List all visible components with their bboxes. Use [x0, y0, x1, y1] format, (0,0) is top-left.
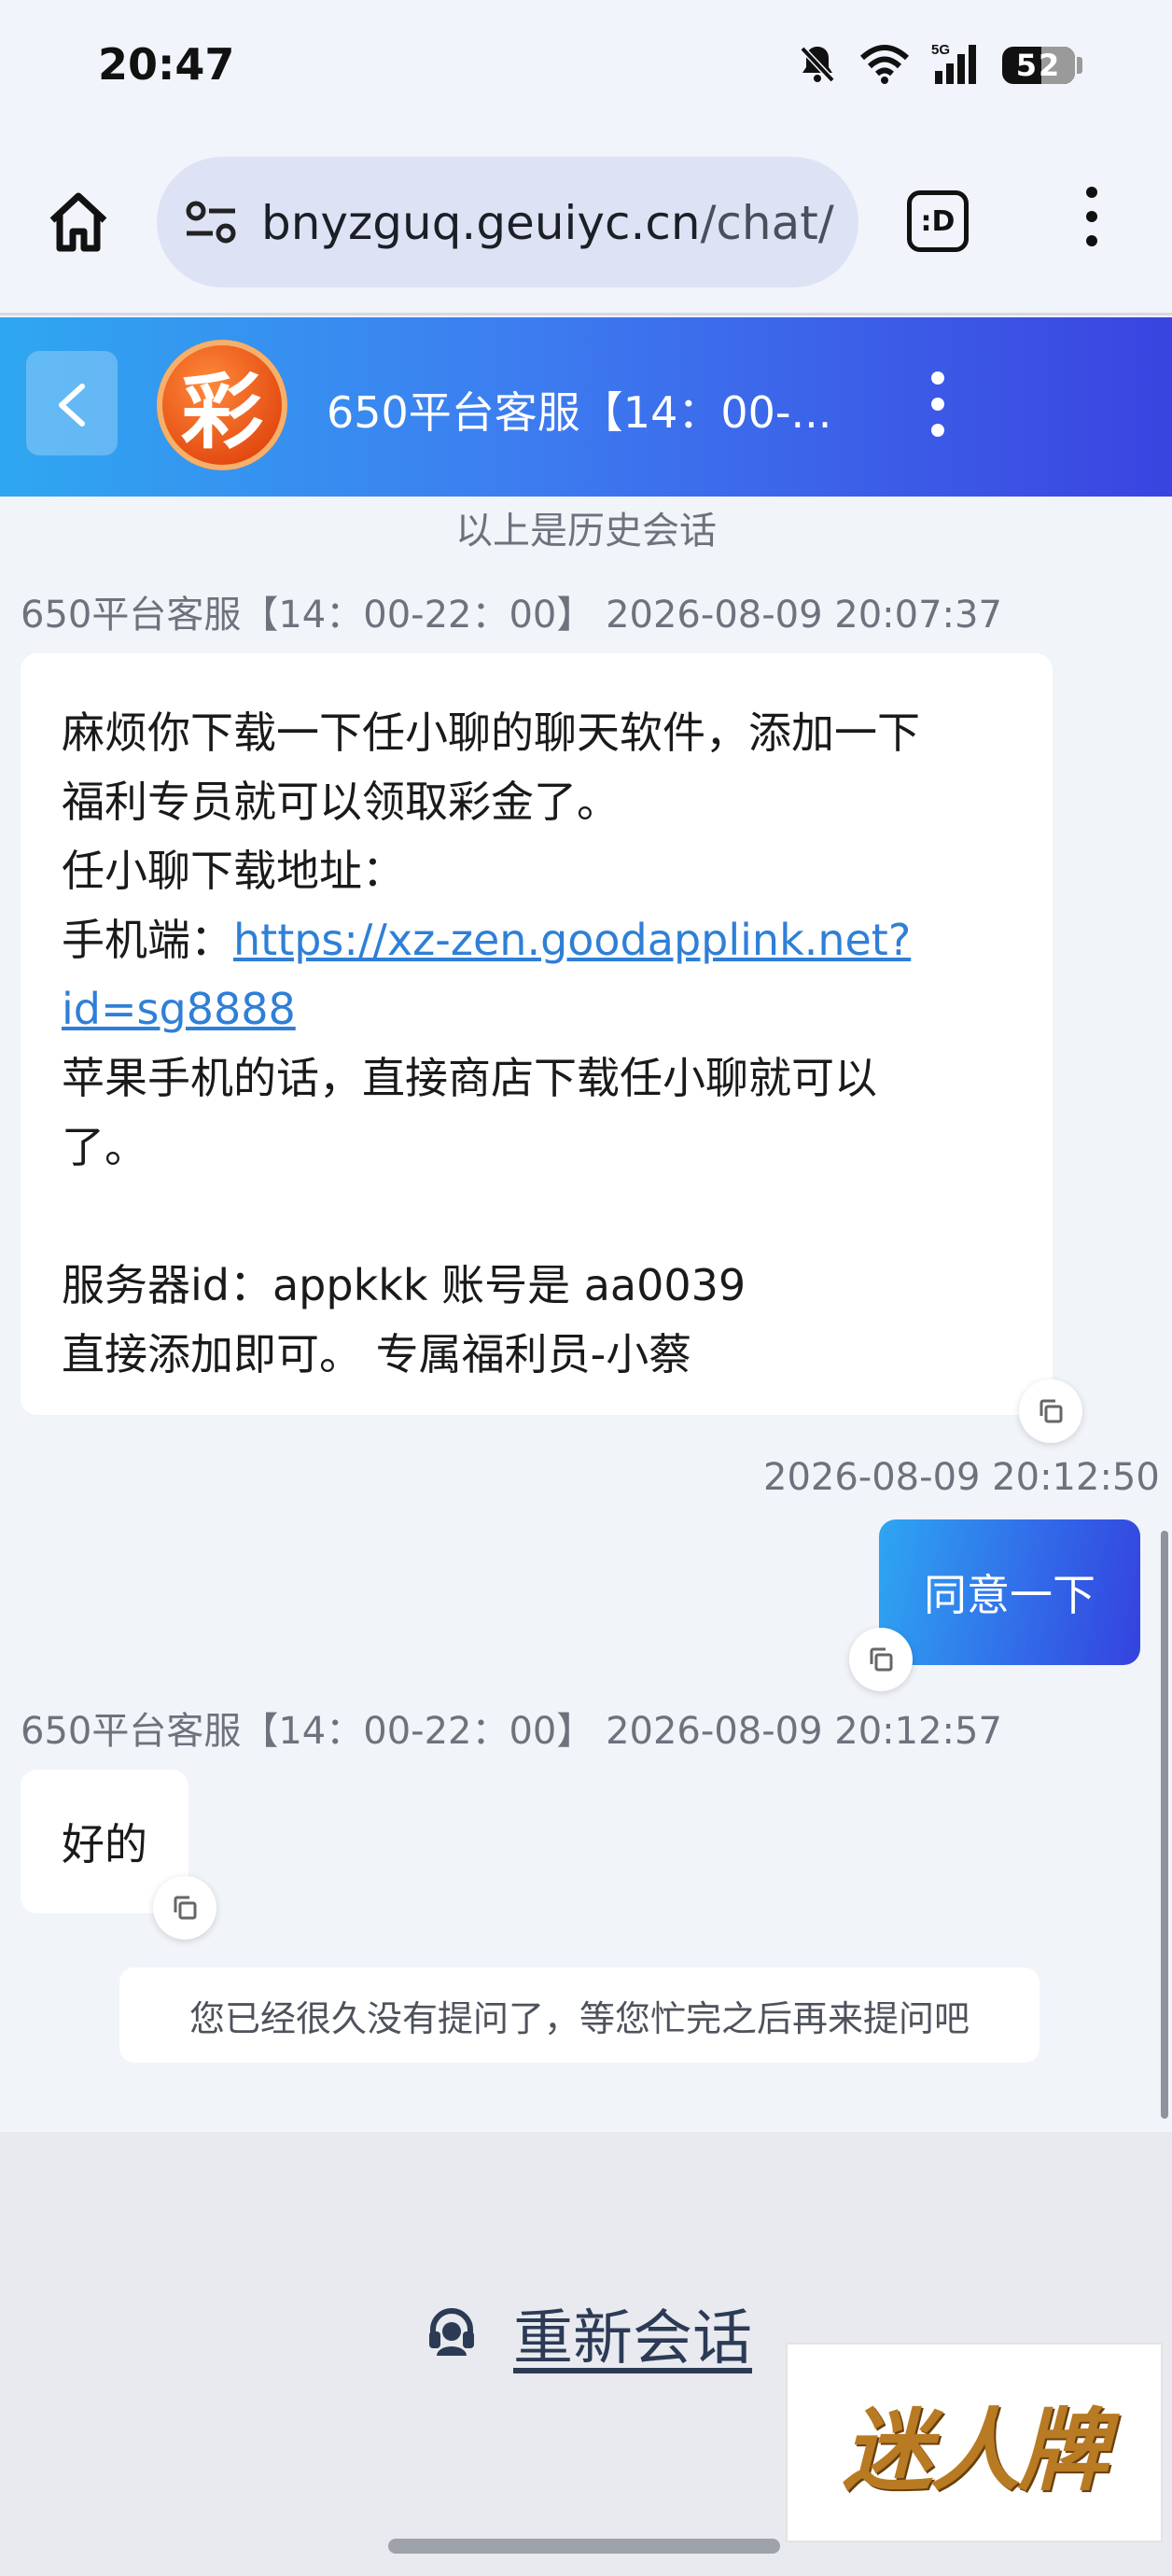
copy-icon: [870, 1647, 893, 1672]
status-icons: 5G 52: [797, 41, 1082, 90]
message-line: 福利专员就可以领取彩金了。: [62, 777, 620, 827]
message-line: 苹果手机的话，直接商店下载任小聊就可以: [62, 1053, 877, 1103]
url-host: bnyzguq.geuiyc.cn: [261, 196, 701, 250]
browser-toolbar: bnyzguq.geuiyc.cn/chat/ :D: [0, 131, 1172, 315]
copy-button[interactable]: [849, 1628, 913, 1691]
message-line: 服务器id：appkkk 账号是 aa0039: [62, 1260, 746, 1310]
download-link-cont[interactable]: id=sg8888: [62, 984, 296, 1034]
signal-5g-icon: 5G: [931, 41, 982, 90]
message-line: 任小聊下载地址：: [62, 846, 405, 896]
status-time: 20:47: [98, 39, 235, 90]
message-line: 手机端：https://xz-zen.goodapplink.net?: [62, 915, 912, 965]
battery-icon: 52: [1002, 47, 1075, 84]
address-bar[interactable]: bnyzguq.geuiyc.cn/chat/: [157, 157, 858, 287]
history-divider: 以上是历史会话: [455, 510, 717, 553]
home-indicator[interactable]: [388, 2539, 780, 2554]
chat-title: 650平台客服【14：00-...: [327, 387, 832, 438]
battery-tip: [1077, 57, 1082, 74]
status-bar: 20:47 5G 52: [0, 0, 1172, 131]
copy-button[interactable]: [153, 1876, 216, 1939]
url-text: bnyzguq.geuiyc.cn/chat/: [261, 196, 834, 250]
chat-header: 彩 650平台客服【14：00-...: [0, 317, 1172, 497]
message-bubble-outgoing: 同意一下: [879, 1519, 1140, 1665]
download-link[interactable]: https://xz-zen.goodapplink.net?: [233, 915, 911, 965]
message-line: 直接添加即可。 专属福利员-小蔡: [62, 1329, 692, 1379]
restart-chat-label: 重新会话: [513, 2304, 752, 2373]
restart-chat-button[interactable]: 重新会话: [424, 2290, 752, 2376]
message-meta: 2026-08-09 20:12:50: [763, 1456, 1160, 1499]
mute-bell-icon: [797, 43, 838, 88]
wifi-icon: [858, 43, 911, 88]
message-line: 了。: [62, 1122, 147, 1172]
home-button[interactable]: [45, 189, 112, 256]
idle-notice: 您已经很久没有提问了，等您忙完之后再来提问吧: [119, 1967, 1039, 2063]
svg-text:5G: 5G: [931, 42, 950, 58]
agent-avatar: 彩: [157, 340, 287, 470]
copy-icon: [174, 1896, 197, 1920]
url-path: /chat/: [700, 196, 834, 250]
copy-button[interactable]: [1019, 1379, 1082, 1443]
scrollbar[interactable]: [1161, 1531, 1168, 2119]
message-meta: 650平台客服【14：00-22：00】 2026-08-09 20:12:57: [21, 1710, 1002, 1753]
back-button[interactable]: [26, 351, 118, 455]
chat-footer: 重新会话 迷人牌: [0, 2132, 1172, 2576]
browser-menu-button[interactable]: [1078, 187, 1106, 261]
copy-icon: [1039, 1399, 1063, 1423]
message-line: 麻烦你下载一下任小聊的聊天软件，添加一下: [62, 707, 920, 758]
message-bubble-incoming: 麻烦你下载一下任小聊的聊天软件，添加一下 福利专员就可以领取彩金了。 任小聊下载…: [21, 653, 1053, 1415]
tab-switcher-button[interactable]: :D: [907, 190, 969, 252]
site-settings-icon[interactable]: [185, 198, 237, 246]
home-icon: [49, 192, 107, 252]
chat-menu-button[interactable]: [931, 371, 948, 446]
brand-badge: 迷人牌: [786, 2343, 1163, 2542]
message-meta: 650平台客服【14：00-22：00】 2026-08-09 20:07:37: [21, 594, 1002, 637]
headset-icon: [424, 2303, 480, 2363]
message-line: id=sg8888: [62, 974, 1012, 1043]
chevron-left-icon: [59, 384, 85, 427]
